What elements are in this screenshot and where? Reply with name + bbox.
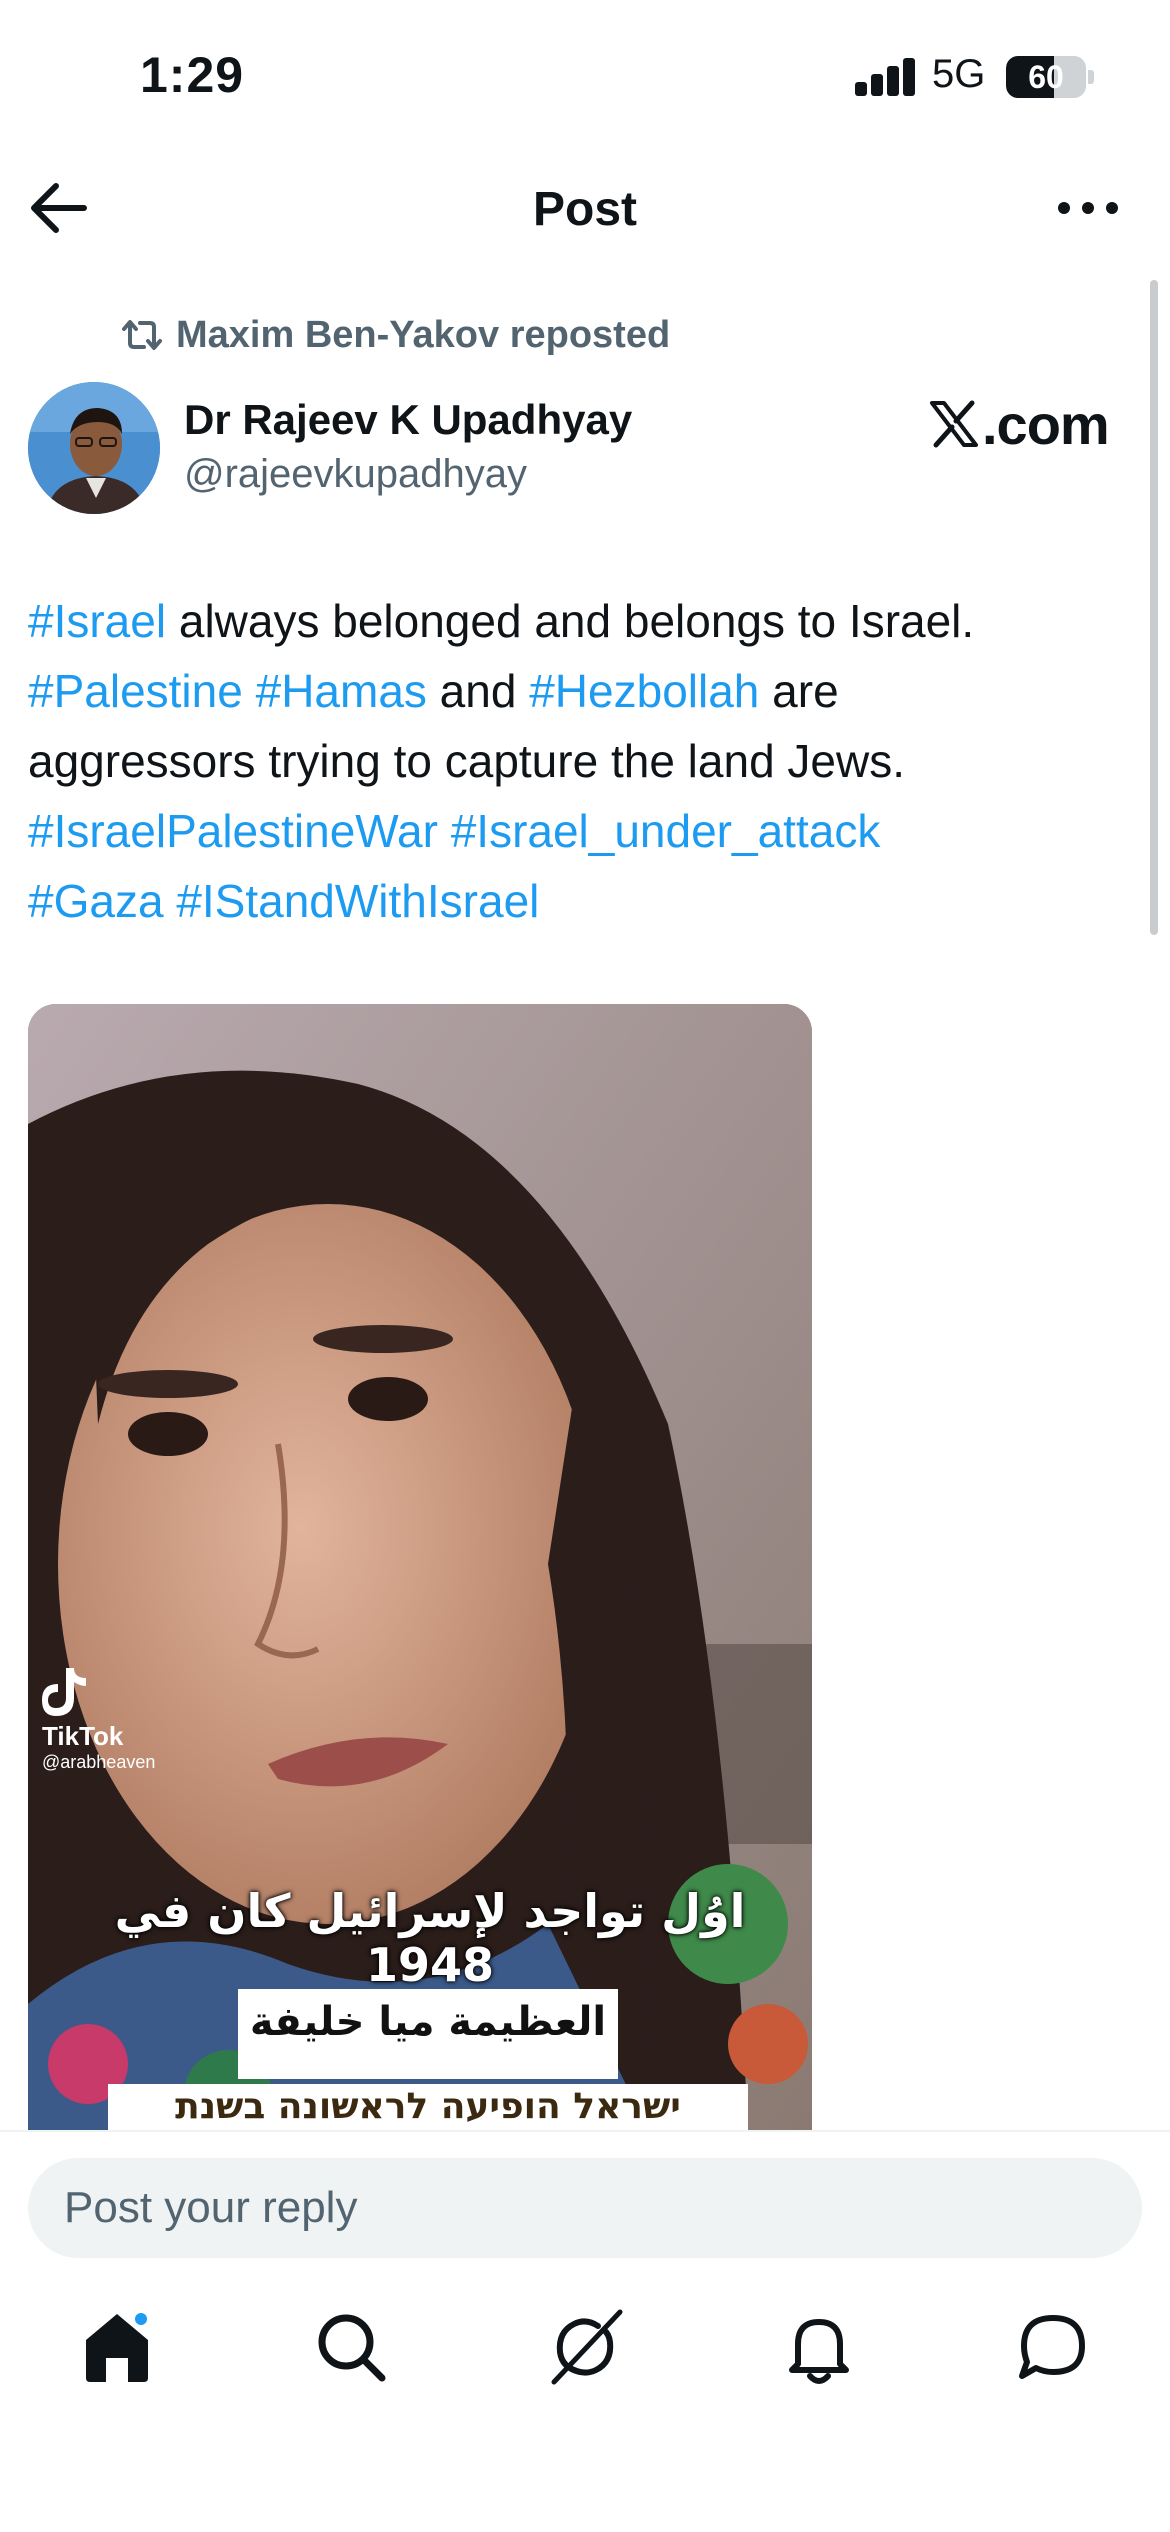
tiktok-logo-icon bbox=[42, 1668, 86, 1716]
hashtag-link[interactable]: #Gaza bbox=[28, 875, 164, 927]
repost-label: Maxim Ben-Yakov reposted bbox=[176, 313, 671, 356]
source-label: .com bbox=[982, 392, 1110, 456]
repost-attribution[interactable]: Maxim Ben-Yakov reposted bbox=[120, 312, 670, 358]
author-name[interactable]: Dr Rajeev K Upadhyay bbox=[184, 396, 632, 444]
network-type: 5G bbox=[932, 52, 986, 96]
hashtag-link[interactable]: #Israel bbox=[28, 595, 166, 647]
reply-composer bbox=[0, 2130, 1170, 2260]
author-handle[interactable]: @rajeevkupadhyay bbox=[184, 452, 527, 497]
post-text-line: #Palestine #Hamas and #Hezbollah are bbox=[28, 656, 1138, 726]
post-video-media[interactable]: TikTok @arabheaven اوُل تواجد لإسرائيل ك… bbox=[28, 1004, 812, 2130]
tab-grok[interactable] bbox=[540, 2302, 630, 2392]
status-bar: 1:29 5G 60 bbox=[0, 0, 1170, 150]
video-caption-hebrew: ישראל הופיעה לראשונה בשנת bbox=[175, 2086, 681, 2127]
more-horizontal-icon bbox=[1058, 202, 1118, 214]
post-text-segment: are bbox=[759, 665, 839, 717]
tiktok-username: @arabheaven bbox=[42, 1752, 156, 1772]
hashtag-link[interactable]: #Palestine bbox=[28, 665, 243, 717]
post-text-segment: always belonged and belongs to Israel. bbox=[166, 595, 975, 647]
source-badge: .com bbox=[928, 392, 1110, 456]
tiktok-label: TikTok bbox=[42, 1721, 124, 1751]
repost-icon bbox=[122, 320, 162, 350]
bottom-tab-bar bbox=[0, 2262, 1170, 2422]
notifications-bell-icon bbox=[789, 2319, 849, 2384]
tiktok-watermark: TikTok @arabheaven bbox=[42, 1664, 155, 1773]
hashtag-link[interactable]: #IsraelPalestineWar bbox=[28, 805, 438, 857]
post-text-segment: aggressors trying to capture the land Je… bbox=[28, 735, 906, 787]
video-caption-arabic-name: العظيمة ميا خليفة bbox=[249, 1999, 607, 2045]
hashtag-link[interactable]: #IStandWithIsrael bbox=[176, 875, 539, 927]
status-time: 1:29 bbox=[140, 47, 245, 103]
hashtag-link[interactable]: #Hezbollah bbox=[529, 665, 759, 717]
x-logo-icon bbox=[930, 400, 978, 448]
messages-icon bbox=[1019, 2315, 1085, 2379]
post-text-line: #Israel always belonged and belongs to I… bbox=[28, 586, 1138, 656]
video-caption-arabic: اوُل تواجد لإسرائيل كان في 1948 bbox=[114, 1884, 746, 1992]
tab-search[interactable] bbox=[306, 2302, 396, 2392]
post-text-segment: and bbox=[426, 665, 530, 717]
home-notification-badge bbox=[132, 2310, 150, 2328]
battery-nub bbox=[1088, 70, 1094, 84]
hashtag-link[interactable]: #Israel_under_attack bbox=[451, 805, 881, 857]
avatar-image bbox=[28, 382, 160, 514]
hashtag-link[interactable]: #Hamas bbox=[256, 665, 427, 717]
post-header: Post bbox=[0, 160, 1170, 255]
post-text-segment bbox=[164, 875, 177, 927]
post-text-segment bbox=[243, 665, 256, 717]
page-title: Post bbox=[532, 183, 637, 236]
battery-level: 60 bbox=[1028, 59, 1064, 95]
reply-input[interactable] bbox=[28, 2158, 1142, 2258]
post-text-line: #IsraelPalestineWar #Israel_under_attack bbox=[28, 796, 1138, 866]
avatar[interactable] bbox=[28, 382, 160, 514]
post-text: #Israel always belonged and belongs to I… bbox=[28, 586, 1138, 936]
scroll-indicator[interactable] bbox=[1150, 280, 1158, 935]
more-options-button[interactable] bbox=[1050, 178, 1126, 238]
tab-messages[interactable] bbox=[1008, 2302, 1098, 2392]
post-text-line: #Gaza #IStandWithIsrael bbox=[28, 866, 1138, 936]
battery-icon: 60 bbox=[1006, 56, 1086, 98]
cellular-signal-icon bbox=[855, 58, 917, 96]
post-text-line: aggressors trying to capture the land Je… bbox=[28, 726, 1138, 796]
tab-notifications[interactable] bbox=[774, 2302, 864, 2392]
search-icon bbox=[318, 2314, 386, 2382]
grok-icon bbox=[551, 2309, 623, 2385]
post-text-segment bbox=[438, 805, 451, 857]
